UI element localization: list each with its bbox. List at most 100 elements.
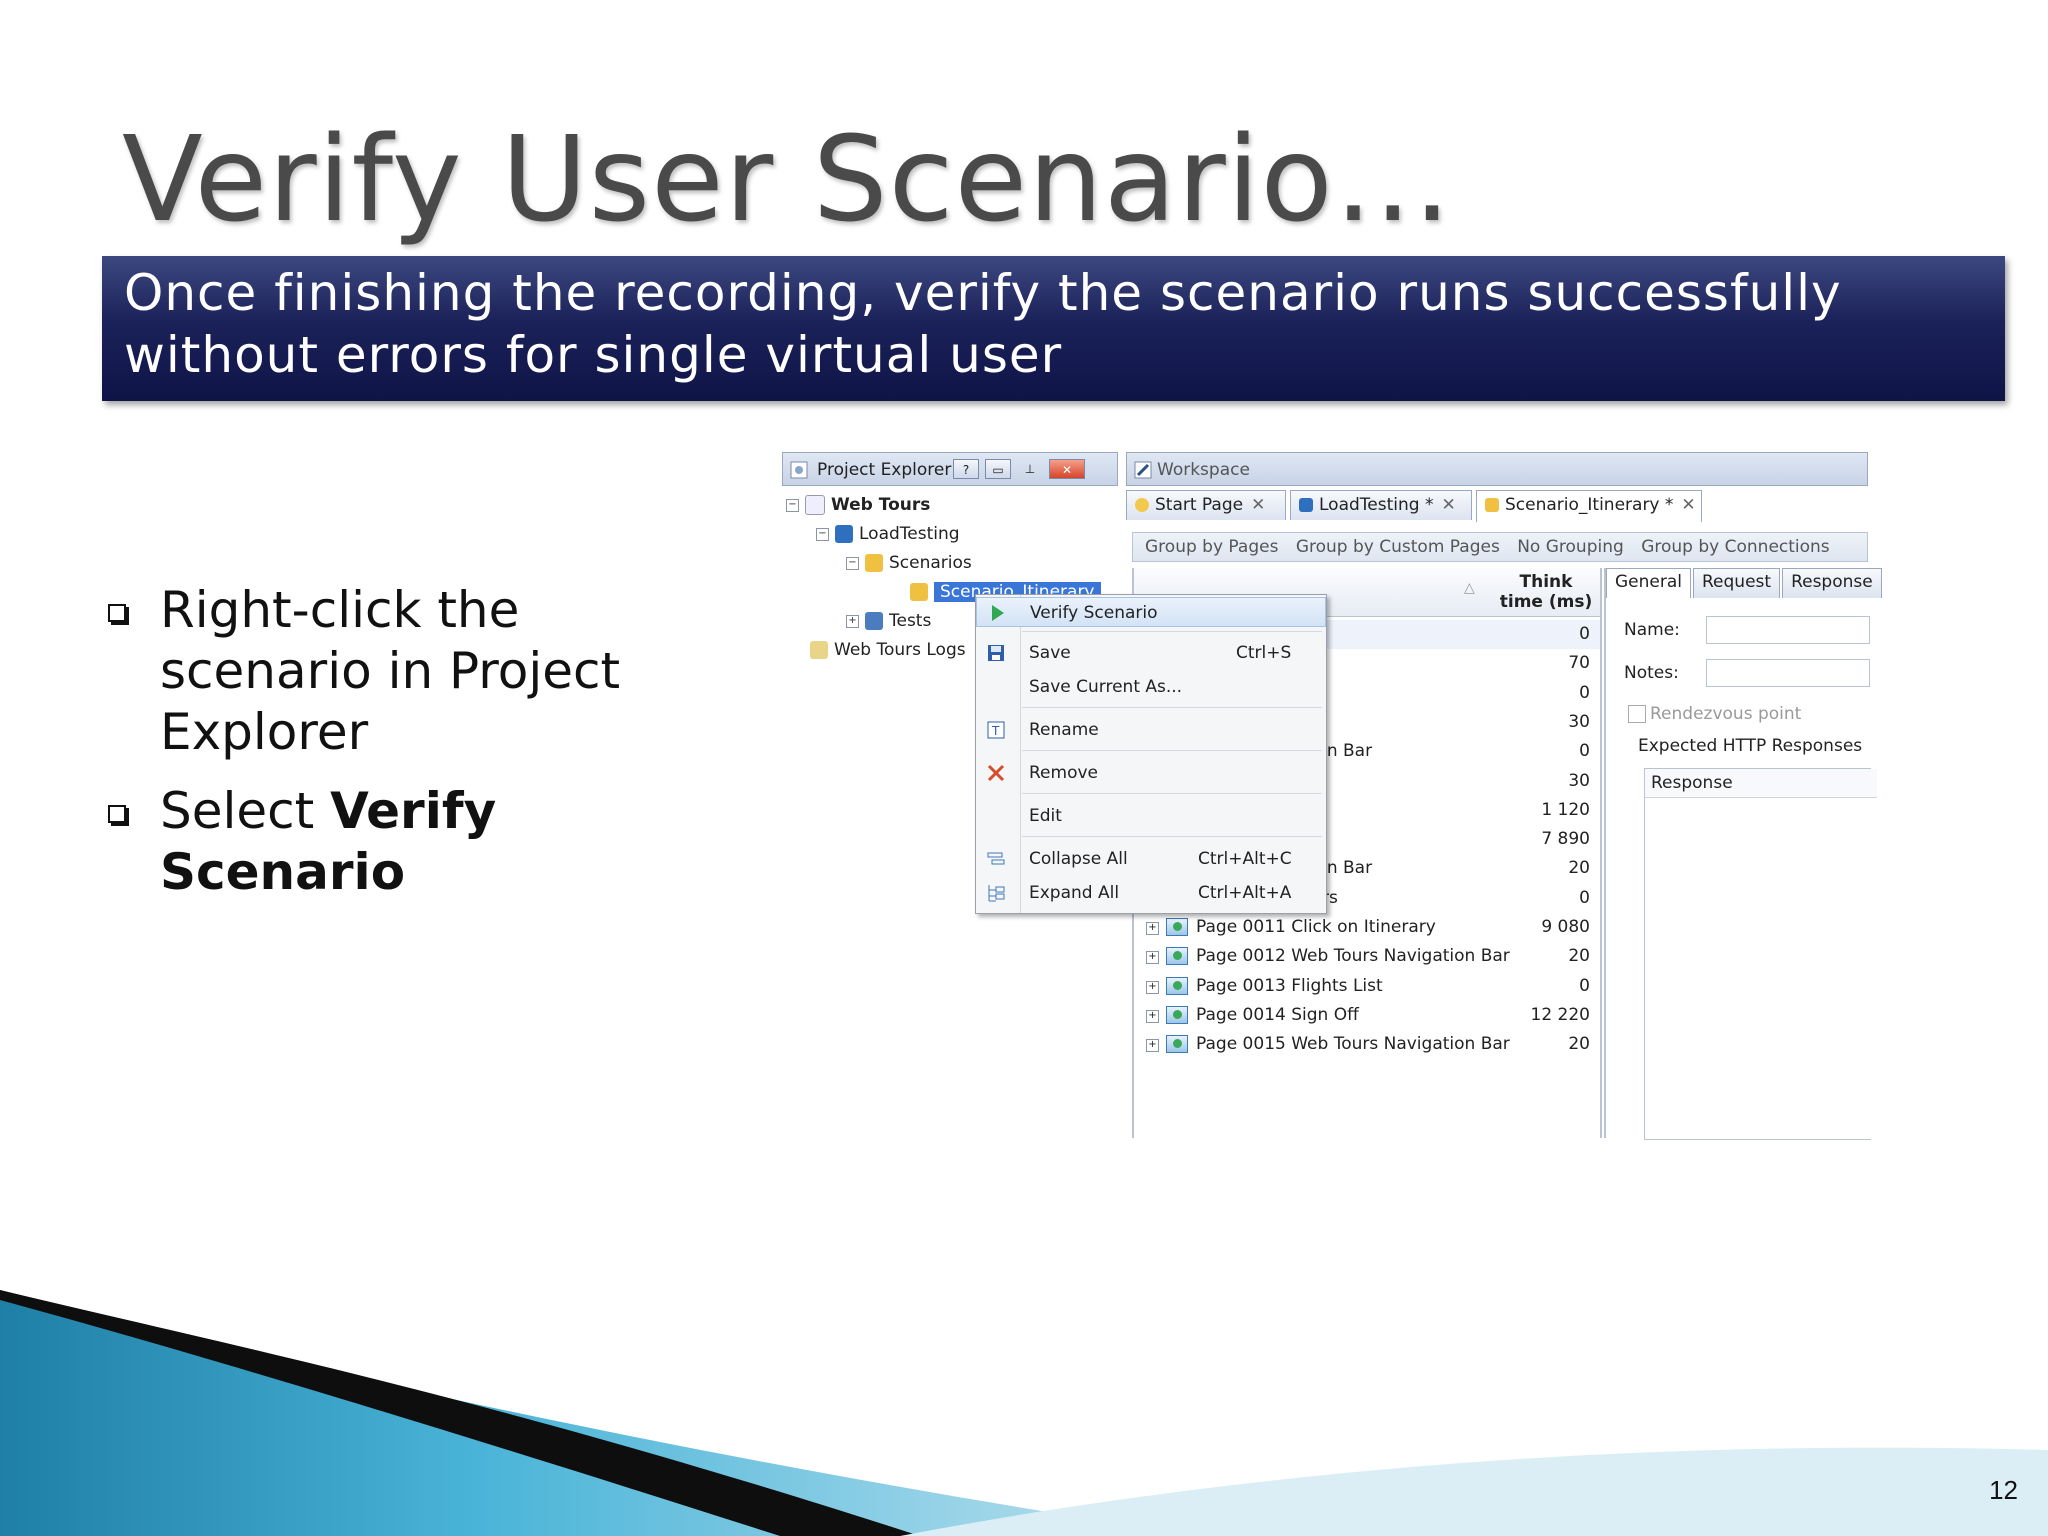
row-name: Page 0013 Flights List [1196,975,1383,996]
context-menu: Verify Scenario Save Ctrl+S Save Current… [975,594,1327,914]
menu-item-edit[interactable]: Edit [976,801,1326,831]
bulb-icon [1135,498,1149,512]
pin-icon[interactable]: ⊥ [1017,459,1043,479]
collapse-icon[interactable]: − [786,498,799,512]
table-row[interactable]: + Page 0014 Sign Off 12 220 [1134,1001,1600,1030]
row-think-time: 12 220 [1530,1004,1590,1025]
project-explorer-icon [790,461,808,479]
menu-item-collapse-all[interactable]: Collapse All Ctrl+Alt+C [976,844,1326,874]
edit-icon [1134,461,1152,479]
expand-icon[interactable]: + [1146,980,1159,994]
workspace-title: Workspace [1157,460,1250,480]
close-tab-icon[interactable]: ✕ [1681,495,1695,515]
workspace-header: Workspace [1126,452,1868,486]
save-icon [988,645,1004,661]
play-icon [992,605,1004,621]
close-tab-icon[interactable]: ✕ [1251,495,1265,515]
project-icon [805,495,825,515]
table-row[interactable]: + Page 0013 Flights List 0 [1134,972,1600,1001]
menu-item-rename[interactable]: T Rename [976,715,1326,745]
expand-icon[interactable]: + [1146,951,1159,965]
document-tabs: Start Page ✕ LoadTesting * ✕ Scenario_Itin… [1126,490,1868,522]
think-time-header[interactable]: Think time (ms) [1496,572,1596,612]
response-list[interactable]: Response [1644,768,1877,1140]
menu-item-save[interactable]: Save Ctrl+S [976,638,1326,668]
tree-item-tests[interactable]: + Tests [846,608,931,634]
tab-start-page[interactable]: Start Page ✕ [1126,490,1286,520]
tree-item-logs[interactable]: Web Tours Logs [810,637,966,663]
row-think-time: 0 [1579,624,1590,644]
banner-text: Once finishing the recording, verify the… [124,264,1842,384]
scenario-icon [910,583,928,601]
bullet-prefix: Select [160,782,331,840]
expand-icon[interactable]: + [1146,922,1159,935]
row-think-time: 0 [1579,682,1590,703]
page-icon [1166,976,1188,995]
notes-field[interactable] [1706,659,1870,687]
table-row[interactable]: + Page 0012 Web Tours Navigation Bar 20 [1134,942,1600,971]
bullet-item: Select Verify Scenario [100,781,740,903]
slide-title: Verify User Scenario… [122,110,1453,248]
collapse-icon[interactable]: − [846,556,859,570]
tree-item-scenarios[interactable]: − Scenarios [846,550,972,576]
remove-icon [987,764,1005,782]
row-think-time: 0 [1579,975,1590,996]
loadtest-icon [835,525,853,543]
bullet-text: Right-click the scenario in Project Expl… [160,581,621,761]
menu-item-expand-all[interactable]: Expand All Ctrl+Alt+A [976,878,1326,908]
row-think-time: 30 [1568,770,1590,791]
close-tab-icon[interactable]: ✕ [1441,495,1455,515]
notes-label: Notes: [1624,663,1679,683]
expand-icon[interactable]: + [1146,1009,1159,1023]
name-field[interactable] [1706,616,1870,644]
help-icon[interactable]: ? [953,459,979,479]
group-by-pages[interactable]: Group by Pages [1145,537,1278,557]
loadtest-icon [1299,498,1313,512]
row-think-time: 30 [1568,711,1590,732]
project-explorer-title: Project Explorer [817,460,952,480]
menu-item-verify-scenario[interactable]: Verify Scenario [976,597,1326,627]
checkbox-bullet-icon [108,604,126,622]
close-icon[interactable]: ✕ [1049,459,1085,479]
tab-loadtesting[interactable]: LoadTesting * ✕ [1290,490,1472,520]
row-think-time: 9 080 [1541,917,1590,937]
menu-item-remove[interactable]: Remove [976,758,1326,788]
tab-request[interactable]: Request [1693,568,1781,598]
scenarios-folder-icon [865,554,883,572]
row-think-time: 0 [1579,887,1590,908]
sort-icon[interactable]: △ [1464,580,1475,596]
response-column-header: Response [1645,769,1877,798]
tests-icon [865,612,883,630]
expand-icon[interactable]: + [1146,1039,1159,1053]
page-number: 12 [1989,1475,2018,1505]
group-by-custom-pages[interactable]: Group by Custom Pages [1296,537,1500,557]
tab-response[interactable]: Response [1782,568,1882,598]
expected-http-label: Expected HTTP Responses [1638,736,1863,756]
bullet-item: Right-click the scenario in Project Expl… [100,580,740,763]
rendezvous-checkbox[interactable]: Rendezvous point [1628,704,1801,724]
app-screenshot: Project Explorer ? ▭ ⊥ ✕ − Web Tours − Loa… [782,452,1882,1140]
scenario-icon [1485,498,1499,512]
project-explorer-header: Project Explorer ? ▭ ⊥ ✕ [782,452,1118,486]
window-icon[interactable]: ▭ [985,459,1011,479]
row-name: Page 0015 Web Tours Navigation Bar [1196,1034,1510,1055]
collapse-all-icon [987,852,1005,865]
tree-item-loadtesting[interactable]: − LoadTesting [816,521,960,547]
menu-item-save-current-as[interactable]: Save Current As... [976,672,1326,702]
subtitle-banner: Once finishing the recording, verify the… [102,256,2005,401]
row-name: Page 0014 Sign Off [1196,1004,1359,1025]
tree-item-web-tours[interactable]: − Web Tours [786,492,930,518]
tab-general[interactable]: General [1606,568,1691,598]
tab-scenario-itinerary[interactable]: Scenario_Itinerary * ✕ [1476,490,1702,522]
checkbox-bullet-icon [108,805,126,823]
group-by-connections[interactable]: Group by Connections [1641,537,1829,557]
rename-icon: T [987,721,1005,739]
table-row[interactable]: + Page 0011 Click on Itinerary 9 080 [1134,913,1600,942]
expand-icon[interactable]: + [846,614,859,628]
row-think-time: 20 [1568,946,1590,967]
table-row[interactable]: + Page 0015 Web Tours Navigation Bar 20 [1134,1030,1600,1059]
collapse-icon[interactable]: − [816,527,829,541]
row-name: Page 0012 Web Tours Navigation Bar [1196,946,1510,967]
svg-text:T: T [991,724,1000,738]
no-grouping[interactable]: No Grouping [1517,537,1624,557]
